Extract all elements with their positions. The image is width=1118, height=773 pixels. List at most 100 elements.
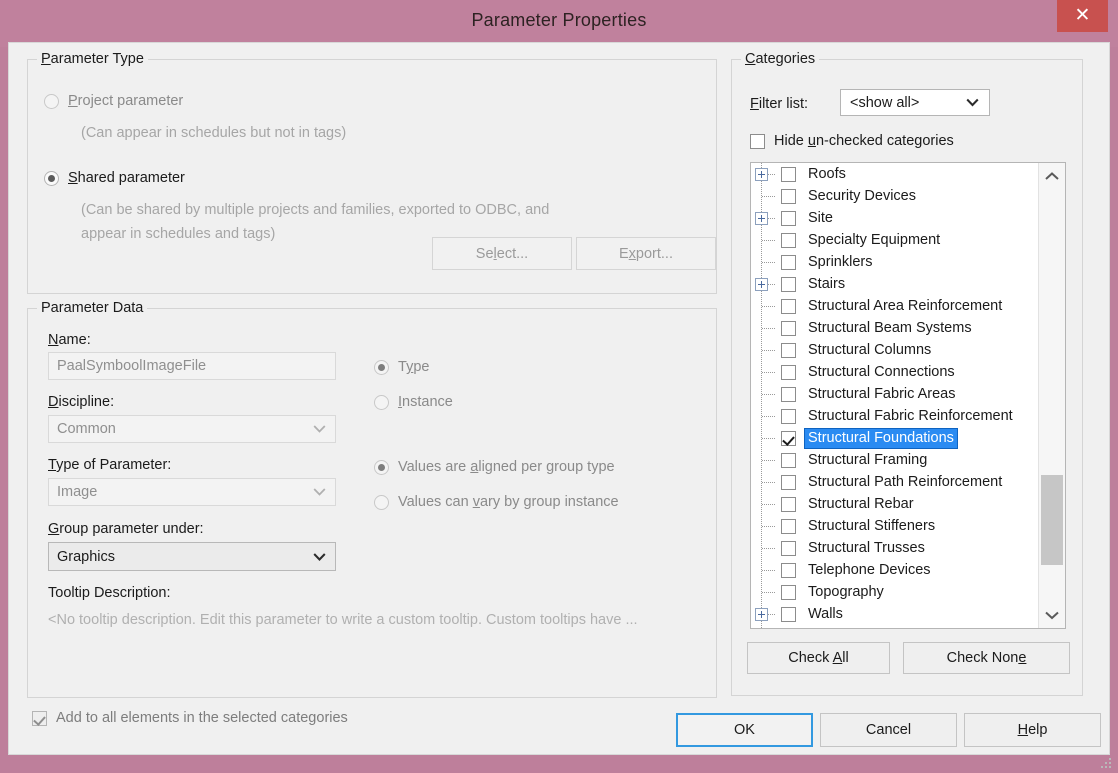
tree-gutter	[751, 163, 781, 185]
shared-parameter-hint-line1: (Can be shared by multiple projects and …	[81, 202, 550, 218]
expand-plus-icon[interactable]	[755, 168, 768, 181]
category-row[interactable]: Specialty Equipment	[751, 229, 1037, 251]
close-button[interactable]: ✕	[1057, 0, 1108, 32]
category-row[interactable]: Structural Fabric Areas	[751, 383, 1037, 405]
categories-legend: Categories	[741, 51, 820, 67]
filter-list-combo[interactable]: <show all>	[840, 89, 990, 116]
category-label: Structural Trusses	[808, 539, 925, 556]
radio-project-parameter[interactable]: Project parameter	[44, 93, 183, 109]
category-checkbox[interactable]	[781, 342, 796, 358]
ok-button[interactable]: OK	[676, 713, 813, 747]
category-row[interactable]: Structural Path Reinforcement	[751, 471, 1037, 493]
category-checkbox[interactable]	[781, 518, 796, 534]
scroll-down-icon[interactable]	[1039, 602, 1065, 628]
type-of-parameter-combo[interactable]: Image	[48, 478, 336, 506]
category-checkbox[interactable]	[781, 188, 796, 204]
group-parameter-under-combo[interactable]: Graphics	[48, 542, 336, 571]
categories-listbox[interactable]: Roofs Security Devices Site Specialty Equip…	[750, 162, 1066, 629]
category-checkbox[interactable]	[781, 232, 796, 248]
radio-instance[interactable]: Instance	[374, 394, 453, 410]
category-row[interactable]: Sprinklers	[751, 251, 1037, 273]
category-row[interactable]: Structural Foundations	[751, 427, 1037, 449]
tree-connector	[762, 460, 776, 461]
category-row[interactable]: Structural Fabric Reinforcement	[751, 405, 1037, 427]
category-row[interactable]: Walls	[751, 603, 1037, 625]
category-row[interactable]: Telephone Devices	[751, 559, 1037, 581]
category-checkbox[interactable]	[781, 210, 796, 226]
help-button[interactable]: Help	[964, 713, 1101, 747]
category-label: Site	[808, 209, 833, 226]
scrollbar-thumb[interactable]	[1041, 475, 1063, 565]
scroll-up-icon[interactable]	[1039, 163, 1065, 189]
radio-type[interactable]: Type	[374, 359, 429, 375]
category-label: Structural Path Reinforcement	[808, 473, 1003, 490]
export-button[interactable]: Export...	[576, 237, 716, 270]
chevron-down-icon	[313, 488, 326, 497]
hide-unchecked-categories-checkbox-row[interactable]: Hide un-checked categories	[750, 133, 954, 149]
tree-gutter	[751, 185, 781, 207]
category-row[interactable]: Stairs	[751, 273, 1037, 295]
check-all-button[interactable]: Check All	[747, 642, 890, 674]
discipline-label: Discipline:	[48, 394, 115, 410]
category-checkbox[interactable]	[781, 540, 796, 556]
category-checkbox[interactable]	[781, 584, 796, 600]
radio-shared-parameter-indicator	[44, 170, 59, 186]
category-row[interactable]: Structural Framing	[751, 449, 1037, 471]
category-checkbox[interactable]	[781, 364, 796, 380]
tree-connector	[762, 570, 776, 571]
add-to-all-elements-checkbox-row[interactable]: Add to all elements in the selected cate…	[32, 710, 348, 726]
category-checkbox[interactable]	[781, 386, 796, 402]
category-label: Structural Area Reinforcement	[808, 297, 1003, 314]
radio-values-aligned-per-group-type[interactable]: Values are aligned per group type	[374, 459, 615, 475]
category-label: Structural Stiffeners	[808, 517, 936, 534]
tree-connector	[762, 416, 776, 417]
discipline-combo[interactable]: Common	[48, 415, 336, 443]
tree-line	[761, 625, 762, 628]
cancel-button[interactable]: Cancel	[820, 713, 957, 747]
resize-grip[interactable]	[1100, 756, 1113, 769]
category-row[interactable]: Security Devices	[751, 185, 1037, 207]
category-row[interactable]: Site	[751, 207, 1037, 229]
category-checkbox[interactable]	[781, 474, 796, 490]
select-button[interactable]: Select...	[432, 237, 572, 270]
name-input[interactable]: PaalSymboolImageFile	[48, 352, 336, 380]
tooltip-description-value: <No tooltip description. Edit this param…	[48, 612, 638, 628]
radio-values-vary-by-group-instance[interactable]: Values can vary by group instance	[374, 494, 619, 510]
category-row[interactable]: Structural Trusses	[751, 537, 1037, 559]
category-checkbox[interactable]	[781, 430, 796, 446]
parameter-properties-dialog: Parameter Properties ✕ Parameter Type Pr…	[0, 0, 1118, 773]
category-checkbox[interactable]	[781, 452, 796, 468]
category-row[interactable]: Roofs	[751, 163, 1037, 185]
category-row[interactable]: Structural Stiffeners	[751, 515, 1037, 537]
expand-plus-icon[interactable]	[755, 608, 768, 621]
close-icon: ✕	[1074, 4, 1091, 26]
category-row[interactable]: Topography	[751, 581, 1037, 603]
category-checkbox[interactable]	[781, 320, 796, 336]
category-checkbox[interactable]	[781, 496, 796, 512]
hide-unchecked-categories-checkbox[interactable]	[750, 133, 765, 149]
category-row[interactable]: Structural Area Reinforcement	[751, 295, 1037, 317]
category-row[interactable]: Structural Connections	[751, 361, 1037, 383]
category-checkbox[interactable]	[781, 166, 796, 182]
categories-scrollbar[interactable]	[1038, 163, 1065, 628]
tree-gutter	[751, 493, 781, 515]
ok-button-label: OK	[734, 722, 755, 738]
radio-instance-label: Instance	[398, 394, 453, 410]
category-row[interactable]: Structural Columns	[751, 339, 1037, 361]
category-checkbox[interactable]	[781, 606, 796, 622]
category-checkbox[interactable]	[781, 408, 796, 424]
category-checkbox[interactable]	[781, 254, 796, 270]
radio-shared-parameter[interactable]: Shared parameter	[44, 170, 185, 186]
name-label: Name:	[48, 332, 91, 348]
category-checkbox[interactable]	[781, 562, 796, 578]
category-checkbox[interactable]	[781, 298, 796, 314]
expand-plus-icon[interactable]	[755, 212, 768, 225]
category-row[interactable]: Structural Beam Systems	[751, 317, 1037, 339]
add-to-all-elements-checkbox[interactable]	[32, 710, 47, 726]
category-label: Structural Rebar	[808, 495, 914, 512]
category-row[interactable]	[751, 625, 1037, 628]
expand-plus-icon[interactable]	[755, 278, 768, 291]
check-none-button[interactable]: Check None	[903, 642, 1070, 674]
category-checkbox[interactable]	[781, 276, 796, 292]
category-row[interactable]: Structural Rebar	[751, 493, 1037, 515]
